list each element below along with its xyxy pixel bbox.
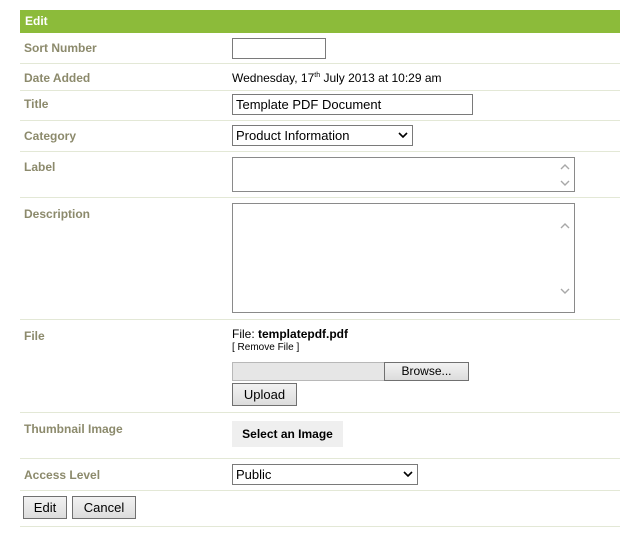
sort-number-label: Sort Number — [24, 41, 97, 55]
title-label: Title — [24, 97, 49, 111]
file-current: File: templatepdf.pdf — [232, 327, 349, 341]
file-label: File — [24, 329, 45, 343]
description-textarea[interactable] — [232, 203, 575, 313]
row-file: File File: templatepdf.pdf [ Remove File… — [20, 320, 620, 413]
cancel-button[interactable]: Cancel — [72, 496, 136, 519]
description-scrollbar[interactable] — [557, 205, 573, 311]
row-label: Label — [20, 152, 620, 198]
title-input[interactable] — [232, 94, 473, 115]
scroll-up-icon[interactable] — [560, 222, 570, 230]
sort-number-input[interactable] — [232, 38, 326, 59]
row-access-level: Access Level Public — [20, 459, 620, 491]
label-scrollbar[interactable] — [557, 159, 573, 190]
access-level-select[interactable]: Public — [232, 464, 418, 485]
chevron-down-icon — [403, 471, 413, 478]
select-image-button[interactable]: Select an Image — [232, 421, 343, 447]
edit-panel: Edit Sort Number Date Added Wednesday, 1… — [20, 10, 620, 527]
thumbnail-label: Thumbnail Image — [24, 422, 123, 436]
scroll-down-icon[interactable] — [560, 179, 570, 187]
category-select[interactable]: Product Information — [232, 125, 413, 146]
panel-header: Edit — [20, 10, 620, 33]
row-category: Category Product Information — [20, 121, 620, 152]
browse-button[interactable]: Browse... — [384, 362, 469, 381]
row-description: Description — [20, 198, 620, 320]
date-added-value: Wednesday, 17th July 2013 at 10:29 am — [232, 71, 442, 85]
file-path-input[interactable] — [232, 362, 385, 381]
row-title: Title — [20, 91, 620, 121]
row-thumbnail: Thumbnail Image Select an Image — [20, 413, 620, 459]
access-level-selected-value: Public — [236, 467, 272, 482]
upload-button[interactable]: Upload — [232, 383, 297, 406]
access-level-label: Access Level — [24, 468, 101, 482]
scroll-up-icon[interactable] — [560, 163, 570, 171]
row-sort-number: Sort Number — [20, 33, 620, 64]
date-added-label: Date Added — [24, 71, 91, 85]
row-date-added: Date Added Wednesday, 17th July 2013 at … — [20, 64, 620, 91]
label-textarea[interactable] — [232, 157, 575, 192]
scroll-down-icon[interactable] — [560, 287, 570, 295]
file-name: templatepdf.pdf — [258, 327, 349, 341]
edit-button[interactable]: Edit — [23, 496, 67, 519]
description-label: Description — [24, 207, 91, 221]
remove-file-link[interactable]: [ Remove File ] — [232, 342, 299, 353]
category-label: Category — [24, 129, 77, 143]
label-field-label: Label — [24, 160, 56, 174]
chevron-down-icon — [398, 132, 408, 139]
category-selected-value: Product Information — [236, 128, 350, 143]
row-actions: Edit Cancel — [20, 491, 620, 527]
